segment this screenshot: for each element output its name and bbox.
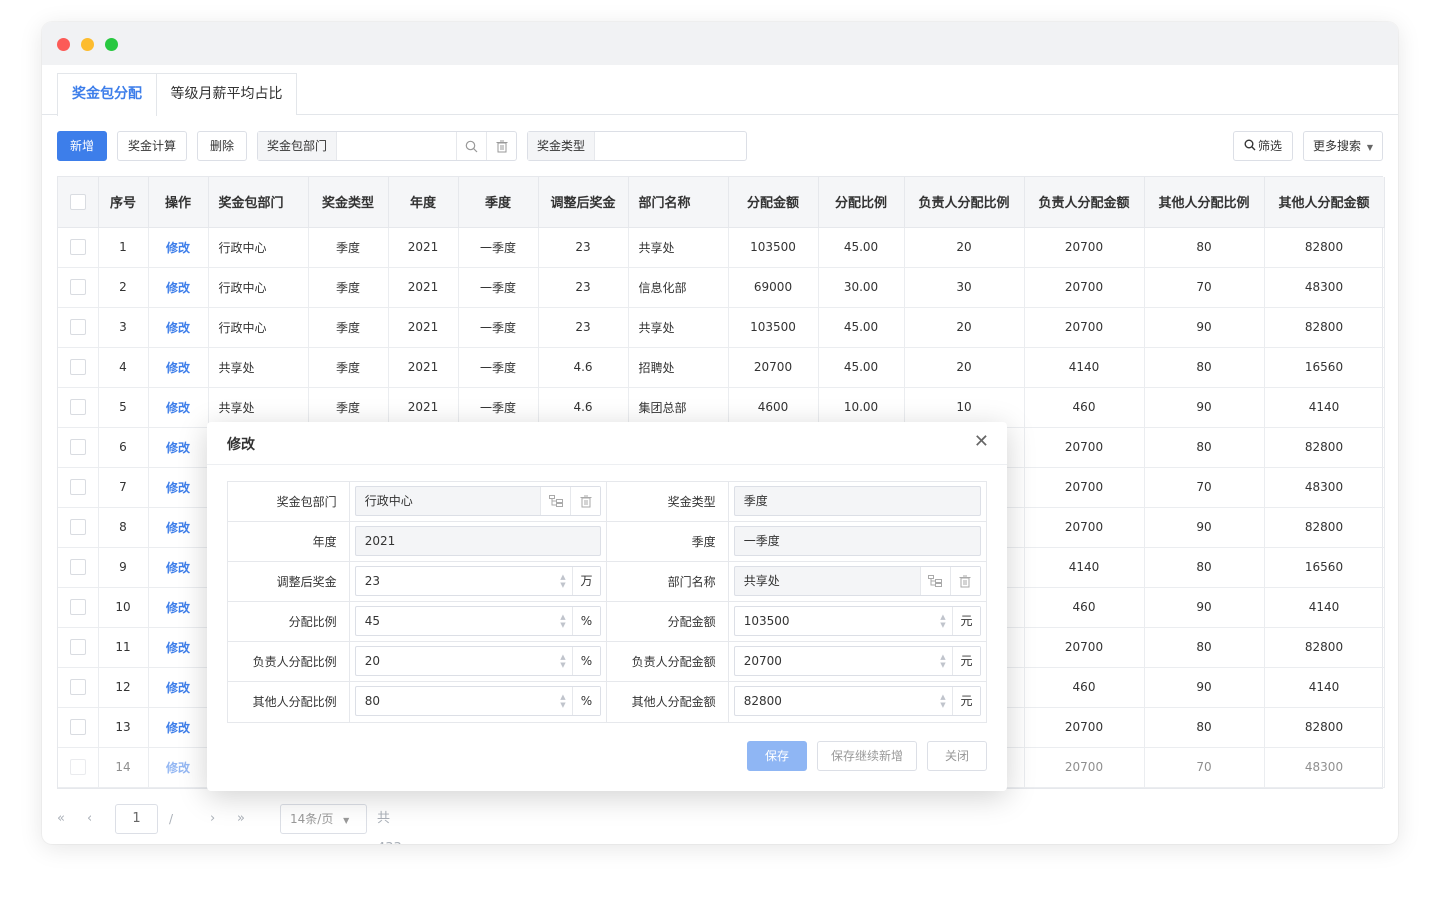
dept-field[interactable]: 行政中心 xyxy=(354,486,601,516)
tree-select-icon[interactable] xyxy=(540,487,570,515)
lead-ratio-label: 负责人分配比例 xyxy=(228,642,350,681)
lead-ratio-field[interactable]: 20 ▲ ▼% xyxy=(354,646,601,676)
stepper-icon[interactable]: ▲ ▼ xyxy=(934,647,952,675)
dept-value: 行政中心 xyxy=(364,494,413,508)
other-amount-field[interactable]: 82800 ▲ ▼ 元 xyxy=(733,686,981,716)
form-row: 奖金包部门 行政中心 奖金类型 季度 xyxy=(228,482,986,522)
type-value: 季度 xyxy=(743,494,768,508)
form-row: 其他人分配比例 80 ▲ ▼% 其他人分配金额 82800 ▲ ▼ 元 xyxy=(228,682,986,722)
lead-amount-value: 20700 xyxy=(743,654,782,668)
form-row: 年度 2021 季度 一季度 xyxy=(228,522,986,562)
form-row: 负责人分配比例 20 ▲ ▼% 负责人分配金额 20700 ▲ ▼ 元 xyxy=(228,642,986,682)
dname-field[interactable]: 共享处 xyxy=(733,566,981,596)
stepper-icon[interactable]: ▲ ▼ xyxy=(554,567,572,595)
modal-title: 修改 xyxy=(227,437,255,453)
amount-unit: 元 xyxy=(951,607,980,635)
edit-modal: 修改 ✕ 奖金包部门 行政中心 奖金类型 季度 年度 2021 季度 一季度 调… xyxy=(207,422,1007,791)
other-ratio-field[interactable]: 80 ▲ ▼% xyxy=(354,686,601,716)
year-field[interactable]: 2021 xyxy=(354,526,601,556)
stepper-icon[interactable]: ▲ ▼ xyxy=(934,607,952,635)
bonus-unit: 万 xyxy=(572,567,600,595)
stepper-icon[interactable]: ▲ ▼ xyxy=(554,647,572,675)
close-icon[interactable]: ✕ xyxy=(974,432,989,452)
quarter-value: 一季度 xyxy=(743,534,780,548)
dept-label: 奖金包部门 xyxy=(228,482,350,521)
quarter-field[interactable]: 一季度 xyxy=(733,526,981,556)
save-continue-button[interactable]: 保存继续新增 xyxy=(817,741,917,771)
trash-icon[interactable] xyxy=(949,567,980,595)
other-ratio-label: 其他人分配比例 xyxy=(228,682,350,722)
amount-label: 分配金额 xyxy=(607,602,729,641)
stepper-icon[interactable]: ▲ ▼ xyxy=(554,687,572,715)
ratio-unit: % xyxy=(572,607,600,635)
other-amount-value: 82800 xyxy=(743,694,782,708)
close-button[interactable]: 关闭 xyxy=(927,741,987,771)
lead-ratio-value: 20 xyxy=(364,654,380,668)
ratio-value: 45 xyxy=(364,614,380,628)
other-ratio-unit: % xyxy=(572,687,600,715)
ratio-field[interactable]: 45 ▲ ▼% xyxy=(354,606,601,636)
bonus-label: 调整后奖金 xyxy=(228,562,350,601)
stepper-icon[interactable]: ▲ ▼ xyxy=(934,687,952,715)
modal-header: 修改 ✕ xyxy=(207,422,1007,465)
lead-amount-unit: 元 xyxy=(951,647,980,675)
type-field[interactable]: 季度 xyxy=(733,486,981,516)
other-ratio-value: 80 xyxy=(364,694,380,708)
modal-overlay: 修改 ✕ 奖金包部门 行政中心 奖金类型 季度 年度 2021 季度 一季度 调… xyxy=(42,22,1398,844)
edit-form: 奖金包部门 行政中心 奖金类型 季度 年度 2021 季度 一季度 调整后奖金 … xyxy=(227,481,987,723)
amount-value: 103500 xyxy=(743,614,790,628)
other-amount-unit: 元 xyxy=(951,687,980,715)
tree-select-icon[interactable] xyxy=(919,567,950,595)
amount-field[interactable]: 103500 ▲ ▼ 元 xyxy=(733,606,981,636)
year-value: 2021 xyxy=(364,534,396,548)
bonus-value: 23 xyxy=(364,574,380,588)
lead-amount-field[interactable]: 20700 ▲ ▼ 元 xyxy=(733,646,981,676)
save-button[interactable]: 保存 xyxy=(747,741,807,771)
stepper-icon[interactable]: ▲ ▼ xyxy=(554,607,572,635)
dname-value: 共享处 xyxy=(743,574,780,588)
form-row: 分配比例 45 ▲ ▼% 分配金额 103500 ▲ ▼ 元 xyxy=(228,602,986,642)
lead-ratio-unit: % xyxy=(572,647,600,675)
year-label: 年度 xyxy=(228,522,350,561)
ratio-label: 分配比例 xyxy=(228,602,350,641)
app-window: 奖金包分配 等级月薪平均占比 新增 奖金计算 删除 奖金包部门 奖金类型 筛选 … xyxy=(42,22,1398,844)
type-label: 奖金类型 xyxy=(607,482,729,521)
trash-icon[interactable] xyxy=(570,487,600,515)
other-amount-label: 其他人分配金额 xyxy=(607,682,729,722)
quarter-label: 季度 xyxy=(607,522,729,561)
lead-amount-label: 负责人分配金额 xyxy=(607,642,729,681)
dname-label: 部门名称 xyxy=(607,562,729,601)
form-row: 调整后奖金 23 ▲ ▼ 万 部门名称 共享处 xyxy=(228,562,986,602)
bonus-field[interactable]: 23 ▲ ▼ 万 xyxy=(354,566,601,596)
